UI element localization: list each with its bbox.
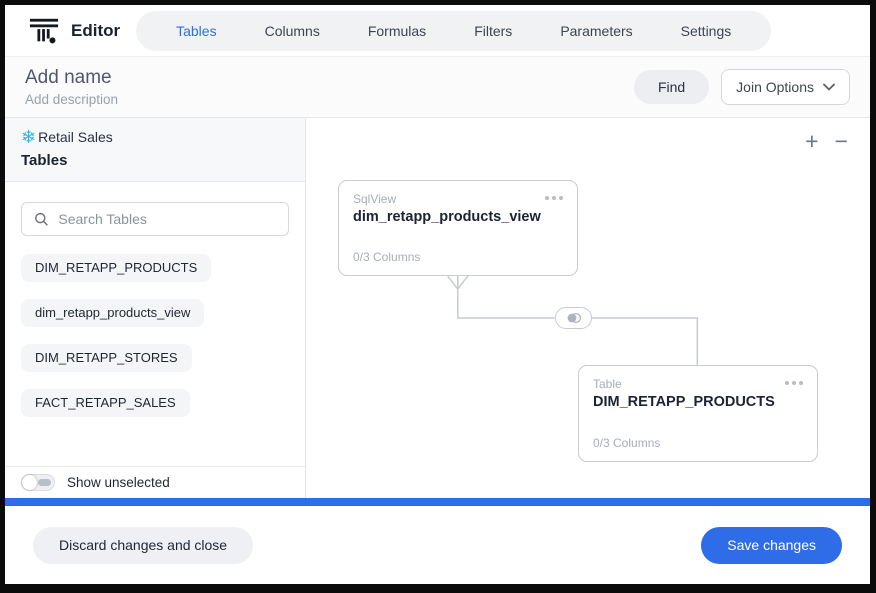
tab-parameters[interactable]: Parameters [538,11,654,51]
dataset-description-field[interactable]: Add description [25,92,118,107]
node-title: dim_retapp_products_view [353,209,541,225]
search-icon [35,212,48,226]
tab-settings[interactable]: Settings [659,11,754,51]
dataset-toolbar: Add name Add description Find Join Optio… [5,57,870,118]
table-chip-dim-retapp-products[interactable]: DIM_RETAPP_PRODUCTS [21,254,212,282]
node-menu-button[interactable] [785,377,803,385]
node-columns-count: 0/3 Columns [593,436,661,450]
dataset-name-field[interactable]: Add name [25,67,118,89]
app-logo-icon [29,18,59,43]
accent-divider-bar [5,498,870,506]
app-title: Editor [71,20,121,40]
show-unselected-toggle[interactable] [21,474,55,491]
table-chip-fact-retapp-sales[interactable]: FACT_RETAPP_SALES [21,389,190,417]
tables-sidebar: ❄ Retail Sales Tables DIM_RETAPP_PRODUCT… [5,118,306,498]
join-options-button[interactable]: Join Options [721,69,850,105]
tab-columns[interactable]: Columns [243,11,342,51]
join-diagram-canvas[interactable]: + − SqlView dim_retapp_products_view 0/3… [306,118,870,498]
save-changes-button[interactable]: Save changes [701,526,842,564]
table-chip-dim-retapp-products-view[interactable]: dim_retapp_products_view [21,299,205,327]
table-list: DIM_RETAPP_PRODUCTS dim_retapp_products_… [5,250,305,466]
tab-filters[interactable]: Filters [452,11,534,51]
top-header: Editor Tables Columns Formulas Filters P… [5,5,870,57]
show-unselected-label: Show unselected [67,475,170,490]
node-columns-count: 0/3 Columns [353,250,421,264]
show-unselected-row: Show unselected [5,466,305,498]
node-menu-button[interactable] [545,192,563,200]
zoom-out-button[interactable]: − [835,130,848,153]
find-button[interactable]: Find [633,70,710,104]
chevron-down-icon [823,83,835,91]
table-chip-dim-retapp-stores[interactable]: DIM_RETAPP_STORES [21,344,192,372]
search-tables-input[interactable] [58,211,276,227]
discard-changes-button[interactable]: Discard changes and close [33,526,254,564]
node-type-label: Table [593,377,622,391]
source-header: ❄ Retail Sales Tables [5,118,305,182]
source-name: Retail Sales [38,129,113,145]
editor-window: Editor Tables Columns Formulas Filters P… [0,0,876,593]
search-tables-box[interactable] [21,202,289,236]
sidebar-section-title: Tables [21,152,68,169]
node-dim-retapp-products[interactable]: Table DIM_RETAPP_PRODUCTS 0/3 Columns [578,365,818,462]
editor-tabbar: Tables Columns Formulas Filters Paramete… [136,10,772,51]
node-type-label: SqlView [353,192,397,206]
venn-join-icon [567,312,581,324]
dataset-titles: Add name Add description [25,67,118,107]
join-type-button[interactable] [555,307,592,329]
canvas-zoom-controls: + − [805,130,848,153]
footer-actions: Discard changes and close Save changes [5,506,870,584]
join-options-label: Join Options [736,79,814,95]
tab-formulas[interactable]: Formulas [346,11,448,51]
zoom-in-button[interactable]: + [805,130,818,153]
tab-tables[interactable]: Tables [154,11,238,51]
node-dim-retapp-products-view[interactable]: SqlView dim_retapp_products_view 0/3 Col… [338,180,578,276]
node-title: DIM_RETAPP_PRODUCTS [593,394,775,410]
snowflake-icon: ❄ [21,127,37,147]
